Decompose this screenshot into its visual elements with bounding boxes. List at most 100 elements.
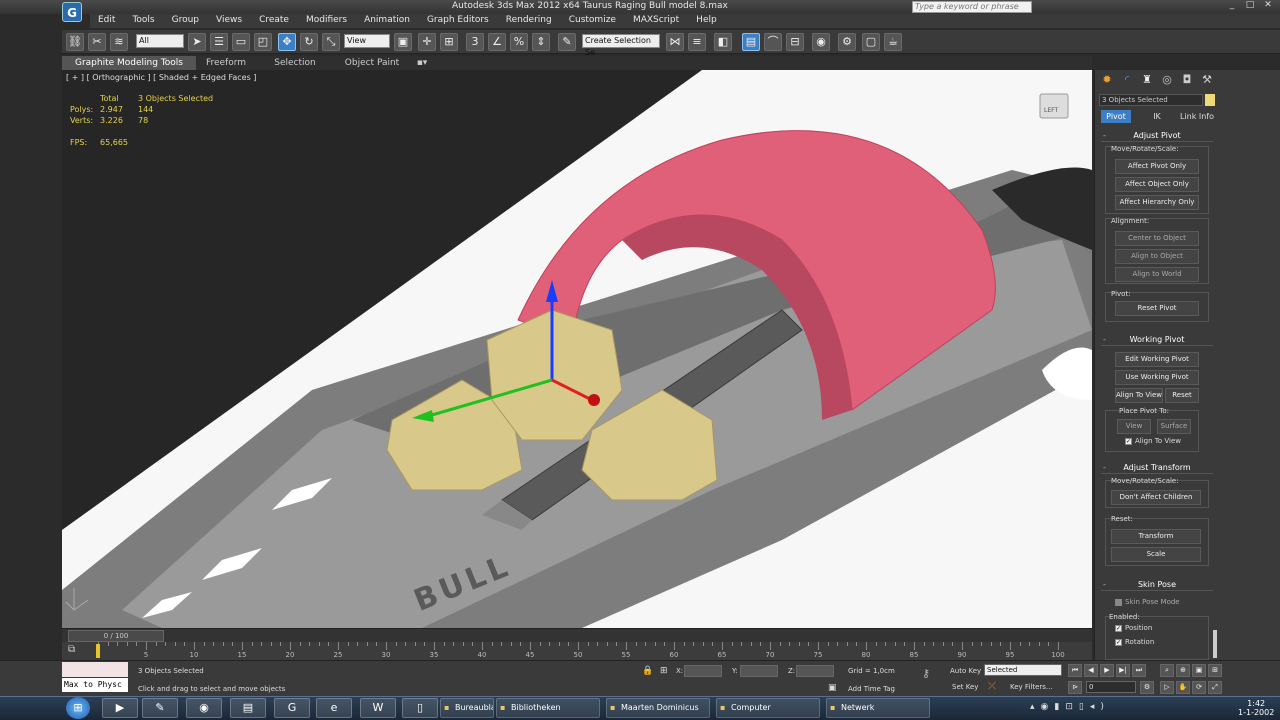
task-computer[interactable]: Computer — [716, 698, 820, 718]
object-color-swatch[interactable] — [1205, 94, 1215, 106]
app-menu-icon[interactable]: G — [62, 2, 82, 22]
position-checkbox[interactable]: ✓ Position — [1115, 624, 1152, 632]
object-name-field[interactable]: 3 Objects Selected — [1099, 94, 1203, 106]
zoom-all-icon[interactable]: ⊕ — [1176, 664, 1190, 677]
rollout-adjust-pivot[interactable]: - Adjust Pivot — [1101, 130, 1213, 142]
track-bar[interactable]: ⧉ 05101520253035404550556065707580859095… — [62, 642, 1092, 660]
unlink-icon[interactable]: ✂ — [88, 33, 106, 51]
maxscript-listener-input[interactable]: Max to Physc — [62, 678, 128, 692]
tab-selection[interactable]: Selection — [264, 56, 326, 70]
select-manipulate-icon[interactable]: ✛ — [418, 33, 436, 51]
reference-coordinate-dropdown[interactable]: View — [344, 34, 390, 48]
material-editor-icon[interactable]: ◉ — [812, 33, 830, 51]
angle-snap-icon[interactable]: ∠ — [488, 33, 506, 51]
command-panel-scrollbar[interactable] — [1213, 630, 1217, 658]
edit-named-selection-icon[interactable]: ✎ — [558, 33, 576, 51]
set-keys-icon[interactable]: ⤫ — [988, 681, 996, 692]
z-coordinate-field[interactable] — [796, 665, 834, 677]
tab-object-paint[interactable]: Object Paint — [334, 56, 410, 70]
system-tray-icons[interactable]: ▴◉▮⊡▯◂) — [1030, 702, 1110, 712]
task-bibliotheken[interactable]: Bibliotheken — [496, 698, 600, 718]
3ds-max-taskbar-icon[interactable]: G — [274, 698, 310, 718]
skin-pose-mode-checkbox[interactable]: Skin Pose Mode — [1115, 598, 1180, 606]
layer-manager-icon[interactable]: ◧ — [714, 33, 732, 51]
menu-edit[interactable]: Edit — [90, 14, 124, 28]
lock-selection-icon[interactable]: 🔒 — [642, 666, 653, 676]
tab-graphite-modeling-tools[interactable]: Graphite Modeling Tools — [62, 56, 196, 70]
place-pivot-view-button[interactable]: View — [1117, 419, 1151, 434]
word-icon[interactable]: W — [360, 698, 396, 718]
graphite-toggle-icon[interactable]: ▤ — [742, 33, 760, 51]
zoom-extents-icon[interactable]: ▣ — [1192, 664, 1206, 677]
key-mode-toggle-icon[interactable]: ⊳ — [1068, 681, 1082, 694]
select-and-move-icon[interactable]: ✥ — [278, 33, 296, 51]
align-to-world-button[interactable]: Align to World — [1115, 267, 1199, 282]
percent-snap-icon[interactable]: % — [510, 33, 528, 51]
menu-tools[interactable]: Tools — [124, 14, 163, 28]
rollout-working-pivot[interactable]: - Working Pivot — [1101, 334, 1213, 346]
task-maarten-dominicus[interactable]: Maarten Dominicus — [606, 698, 710, 718]
start-button-icon[interactable]: ⊞ — [66, 697, 90, 719]
menu-customize[interactable]: Customize — [561, 14, 625, 28]
align-icon[interactable]: ≡ — [688, 33, 706, 51]
zoom-extents-all-icon[interactable]: ⊞ — [1208, 664, 1222, 677]
reset-pivot-button[interactable]: Reset Pivot — [1115, 301, 1199, 316]
pivot-center-icon[interactable]: ▣ — [394, 33, 412, 51]
rollout-skin-pose[interactable]: - Skin Pose — [1101, 579, 1213, 591]
tab-link-info[interactable]: Link Info — [1177, 110, 1217, 123]
menu-help[interactable]: Help — [688, 14, 726, 28]
media-player-icon[interactable]: ▶ — [102, 698, 138, 718]
goto-start-icon[interactable]: ⏮ — [1068, 664, 1082, 677]
tab-ik[interactable]: IK — [1145, 110, 1169, 123]
goto-end-icon[interactable]: ⏭ — [1132, 664, 1146, 677]
internet-explorer-icon[interactable]: e — [316, 698, 352, 718]
play-icon[interactable]: ▶ — [1100, 664, 1114, 677]
orbit-icon[interactable]: ⟳ — [1192, 681, 1206, 694]
selection-filter-dropdown[interactable]: All — [136, 34, 184, 48]
menu-maxscript[interactable]: MAXScript — [625, 14, 688, 28]
snap-toggle-icon[interactable]: 3 — [466, 33, 484, 51]
maxscript-listener-top[interactable] — [62, 662, 128, 677]
menu-views[interactable]: Views — [208, 14, 251, 28]
named-selection-sets-dropdown[interactable]: Create Selection Se — [582, 34, 660, 57]
rectangular-selection-icon[interactable]: ▭ — [232, 33, 250, 51]
y-coordinate-field[interactable] — [740, 665, 778, 677]
align-to-view-button[interactable]: Align To View — [1115, 388, 1163, 403]
select-object-icon[interactable]: ➤ — [188, 33, 206, 51]
schematic-view-icon[interactable]: ⊟ — [786, 33, 804, 51]
menu-modifiers[interactable]: Modifiers — [298, 14, 356, 28]
reset-working-pivot-button[interactable]: Reset — [1165, 388, 1199, 403]
explorer-folder-icon[interactable]: ▤ — [230, 698, 266, 718]
notepad-icon[interactable]: ▯ — [402, 698, 438, 718]
window-crossing-icon[interactable]: ◰ — [254, 33, 272, 51]
rollout-adjust-transform[interactable]: - Adjust Transform — [1101, 462, 1213, 474]
add-time-tag-button[interactable]: Add Time Tag — [848, 685, 895, 693]
previous-frame-icon[interactable]: ◀ — [1084, 664, 1098, 677]
affect-hierarchy-only-button[interactable]: Affect Hierarchy Only — [1115, 195, 1199, 210]
paint-icon[interactable]: ✎ — [142, 698, 178, 718]
link-icon[interactable]: ⛓ — [66, 33, 84, 51]
key-mode-dropdown[interactable]: Selected — [984, 664, 1062, 676]
menu-create[interactable]: Create — [251, 14, 298, 28]
key-mode-icon[interactable]: ⚷ — [922, 667, 930, 680]
modify-tab-icon[interactable]: ◜ — [1119, 72, 1135, 88]
select-and-scale-icon[interactable]: ⤡ — [322, 33, 340, 51]
add-time-tag-icon[interactable]: ▣ — [828, 683, 837, 693]
set-key-button[interactable]: Set Key — [952, 683, 978, 691]
task-netwerk[interactable]: Netwerk — [826, 698, 930, 718]
time-slider-knob[interactable]: 0 / 100 — [68, 630, 164, 642]
minimize-icon[interactable]: _ — [1224, 0, 1240, 13]
bind-space-warp-icon[interactable]: ≋ — [110, 33, 128, 51]
rendered-frame-icon[interactable]: ▢ — [862, 33, 880, 51]
menu-rendering[interactable]: Rendering — [498, 14, 561, 28]
create-tab-icon[interactable]: ✹ — [1099, 72, 1115, 88]
chrome-icon[interactable]: ◉ — [186, 698, 222, 718]
place-pivot-surface-button[interactable]: Surface — [1157, 419, 1191, 434]
mini-curve-editor-icon[interactable]: ⧉ — [68, 644, 75, 655]
next-frame-icon[interactable]: ▶| — [1116, 664, 1130, 677]
motion-tab-icon[interactable]: ◎ — [1159, 72, 1175, 88]
keyboard-shortcut-icon[interactable]: ⊞ — [440, 33, 458, 51]
absolute-mode-icon[interactable]: ⊞ — [660, 666, 668, 676]
render-production-icon[interactable]: ☕ — [884, 33, 902, 51]
auto-key-button[interactable]: Auto Key — [950, 667, 981, 675]
